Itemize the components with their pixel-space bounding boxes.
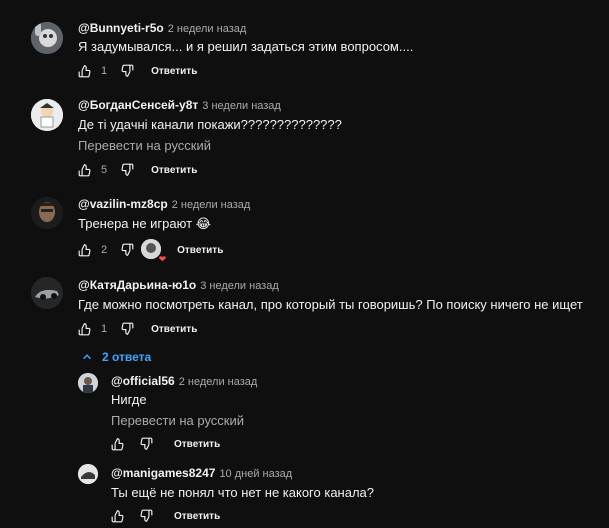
timestamp[interactable]: 2 недели назад [172,199,251,211]
avatar[interactable] [78,464,98,484]
comment-meta: @БогданСенсей-у8т 3 недели назад [78,98,281,112]
translate-link[interactable]: Перевести на русский [78,138,211,153]
like-button[interactable] [110,508,126,524]
replies-count: 2 ответа [102,350,152,364]
dislike-button[interactable] [119,63,135,79]
comment-text-body: Тренера не играют [78,216,193,231]
dislike-button[interactable] [138,508,154,524]
creator-heart: ❤ [141,239,166,264]
thumb-up-icon [78,323,91,336]
reply-button[interactable]: Ответить [174,439,220,450]
author-handle[interactable]: @Bunnyeti-r5o [78,21,164,35]
author-handle[interactable]: @official56 [111,374,175,388]
reply-button[interactable]: Ответить [151,66,197,77]
comment-actions: 5 Ответить [77,160,197,180]
translate-link[interactable]: Перевести на русский [111,413,244,428]
comment-text: Тренера не играют 😂 [78,216,211,232]
comment-meta: @Bunnyeti-r5o 2 недели назад [78,21,246,35]
thumb-down-icon [140,509,153,522]
like-button[interactable] [77,242,93,258]
thumb-down-icon [121,322,134,335]
dislike-button[interactable] [138,436,154,452]
avatar[interactable] [78,373,98,393]
timestamp[interactable]: 2 недели назад [168,23,247,35]
timestamp[interactable]: 2 недели назад [179,376,258,388]
reply-actions: Ответить [110,434,220,454]
thumb-up-icon [111,438,124,451]
avatar[interactable] [31,277,63,309]
thumb-down-icon [121,64,134,77]
like-count: 1 [101,323,108,335]
like-button[interactable] [77,321,93,337]
dislike-button[interactable] [119,321,135,337]
comment-text: Где можно посмотреть канал, про который … [78,297,583,312]
author-handle[interactable]: @КатяДарьина-ю1о [78,278,196,292]
comment-actions: 2 ❤ Ответить [77,239,223,264]
dislike-button[interactable] [119,242,135,258]
like-button[interactable] [110,436,126,452]
like-count: 5 [101,164,108,176]
comment-actions: 1 Ответить [77,61,197,81]
comment-text: Де ті удачні канали покажи?????????????? [78,117,342,132]
like-count: 1 [101,65,108,77]
thumb-up-icon [111,510,124,523]
author-handle[interactable]: @manigames8247 [111,466,215,480]
reply-button[interactable]: Ответить [174,511,220,522]
thumb-down-icon [121,243,134,256]
comment-text: Я задумывался... и я решил задаться этим… [78,39,414,54]
author-handle[interactable]: @vazilin-mz8cp [78,197,168,211]
reply-meta: @manigames8247 10 дней назад [111,466,292,480]
comment-meta: @vazilin-mz8cp 2 недели назад [78,197,250,211]
avatar[interactable] [31,22,63,54]
comment-meta: @КатяДарьина-ю1о 3 недели назад [78,278,279,292]
laughing-emoji: 😂 [195,216,211,231]
author-handle[interactable]: @БогданСенсей-у8т [78,98,198,112]
reply-button[interactable]: Ответить [177,245,223,256]
timestamp[interactable]: 10 дней назад [219,468,292,480]
heart-icon: ❤ [158,254,167,264]
thumb-down-icon [140,437,153,450]
avatar[interactable] [31,99,63,131]
reply-text: Нигде [111,392,147,407]
chevron-up-icon [82,354,92,360]
like-button[interactable] [77,63,93,79]
timestamp[interactable]: 3 недели назад [200,280,279,292]
avatar[interactable] [31,197,63,229]
thumb-up-icon [78,65,91,78]
reply-text: Ты ещё не понял что нет не какого канала… [111,485,375,500]
thumb-up-icon [78,244,91,257]
reply-meta: @official56 2 недели назад [111,374,257,388]
timestamp[interactable]: 3 недели назад [202,100,281,112]
thumb-down-icon [121,163,134,176]
reply-button[interactable]: Ответить [151,324,197,335]
like-count: 2 [101,244,108,256]
thumb-up-icon [78,164,91,177]
reply-button[interactable]: Ответить [151,165,197,176]
replies-toggle-button[interactable]: 2 ответа [80,350,151,364]
comment-actions: 1 Ответить [77,319,197,339]
dislike-button[interactable] [119,162,135,178]
like-button[interactable] [77,162,93,178]
reply-actions: Ответить [110,506,220,526]
